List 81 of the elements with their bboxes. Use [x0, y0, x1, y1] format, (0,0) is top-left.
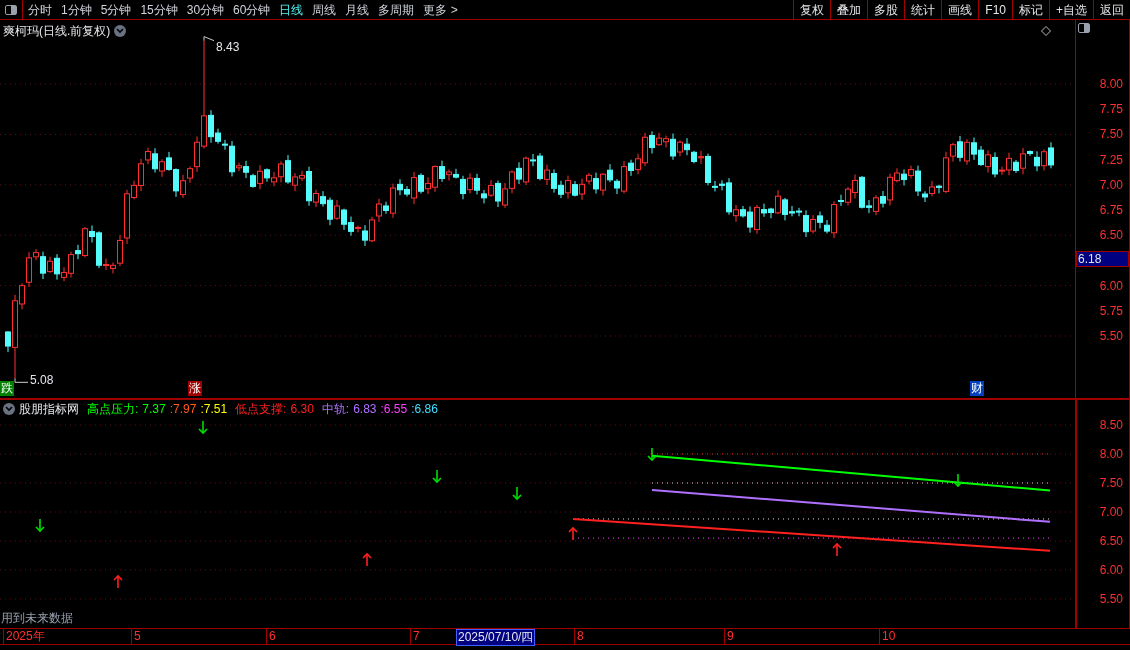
stock-title: 爽柯玛(日线.前复权)	[3, 23, 111, 40]
period-tab[interactable]: 30分钟	[186, 3, 225, 16]
down-arrow-icon	[198, 420, 208, 435]
leader-line	[14, 377, 29, 383]
chevron-down-icon[interactable]	[114, 25, 127, 37]
date-axis-label: 9	[724, 629, 734, 644]
indicator-value: 7.37	[142, 401, 166, 418]
indicator-label: 低点支撑:	[235, 401, 287, 418]
price-axis-label: 7.50	[1099, 128, 1123, 141]
indicator-axis-label: 8.50	[1099, 419, 1123, 431]
period-tab[interactable]: 日线	[279, 3, 304, 16]
down-arrow-icon	[512, 486, 522, 501]
panel-toggle-icon[interactable]	[5, 4, 17, 15]
chevron-down-icon[interactable]	[3, 403, 15, 415]
down-arrow-icon	[647, 447, 657, 462]
indicator-value: :6.86	[411, 401, 438, 418]
event-marker[interactable]: 涨	[188, 381, 202, 396]
price-axis-label: 5.75	[1099, 304, 1123, 317]
down-arrow-icon	[953, 473, 963, 488]
up-arrow-icon	[832, 542, 842, 557]
period-tab[interactable]: 周线	[312, 3, 337, 16]
period-tab[interactable]: 多周期	[378, 3, 415, 16]
price-axis-label: 7.75	[1099, 103, 1123, 116]
toolbar-button[interactable]: 返回	[1093, 0, 1130, 19]
price-axis-label: 6.75	[1099, 204, 1123, 216]
price-axis-label: 8.00	[1099, 78, 1123, 90]
price-axis-label: 5.50	[1099, 330, 1123, 342]
event-marker[interactable]: 财	[970, 381, 984, 396]
current-price-label: 6.18	[1076, 251, 1129, 267]
date-axis-label: 5	[131, 629, 141, 644]
price-axis-label: 7.25	[1099, 153, 1123, 166]
event-marker[interactable]: 跌	[0, 381, 14, 396]
low-price-label: 5.08	[30, 372, 54, 389]
down-arrow-icon	[35, 518, 45, 533]
up-arrow-icon	[568, 526, 578, 541]
indicator-value: :7.51	[200, 401, 228, 418]
indicator-axis-label: 6.50	[1099, 535, 1123, 547]
indicator-name: 股朋指标网	[19, 401, 79, 418]
up-arrow-icon	[113, 574, 123, 589]
date-axis-label: 2025/07/10/四	[456, 629, 536, 646]
indicator-axis-label: 8.00	[1099, 448, 1123, 460]
indicator-value: 6.30	[290, 401, 314, 418]
toolbar-button[interactable]: 叠加	[830, 0, 868, 19]
toolbar-button[interactable]: +自选	[1049, 0, 1093, 19]
indicator-axis-label: 7.50	[1099, 477, 1123, 489]
date-axis-label: 8	[574, 629, 584, 644]
price-axis-label: 6.00	[1099, 279, 1123, 292]
indicator-axis-label: 5.50	[1099, 593, 1123, 605]
period-tab[interactable]: 60分钟	[233, 3, 271, 16]
toolbar-button[interactable]: F10	[978, 0, 1012, 19]
indicator-axis-label: 7.00	[1099, 506, 1123, 518]
period-tab[interactable]: 分时	[28, 3, 52, 16]
indicator-label: 中轨:	[321, 401, 350, 418]
period-tab[interactable]: 5分钟	[100, 3, 132, 16]
high-price-label: 8.43	[216, 39, 240, 56]
diamond-icon[interactable]	[1041, 26, 1051, 36]
period-tab[interactable]: 15分钟	[140, 3, 178, 16]
toolbar-button[interactable]: 复权	[793, 0, 831, 19]
toolbar-button[interactable]: 画线	[941, 0, 979, 19]
indicator-value: :6.55	[380, 401, 408, 418]
date-axis-label: 6	[266, 629, 276, 644]
leader-line	[203, 36, 215, 42]
down-arrow-icon	[432, 469, 442, 484]
toolbar-button[interactable]: 多股	[867, 0, 905, 19]
date-axis-label: 7	[410, 629, 420, 644]
date-axis-label: 2025年	[3, 629, 45, 644]
indicator-axis-label: 6.00	[1099, 564, 1123, 576]
panel-toggle-icon[interactable]	[1078, 23, 1090, 33]
period-tab[interactable]: 月线	[345, 3, 370, 16]
toolbar-button[interactable]: 标记	[1012, 0, 1049, 19]
indicator-value: :7.97	[169, 401, 197, 418]
indicator-label: 高点压力:	[87, 401, 139, 418]
toolbar-button[interactable]: 统计	[904, 0, 942, 19]
period-tab[interactable]: 更多 >	[423, 3, 458, 16]
indicator-value: 6.83	[353, 401, 377, 418]
period-tab[interactable]: 1分钟	[61, 3, 92, 16]
price-axis-label: 6.50	[1099, 229, 1123, 242]
date-axis-label: 10	[879, 629, 896, 644]
warning-note: 用到未来数据	[1, 610, 73, 627]
up-arrow-icon	[362, 552, 372, 567]
price-axis-label: 7.00	[1099, 178, 1123, 191]
